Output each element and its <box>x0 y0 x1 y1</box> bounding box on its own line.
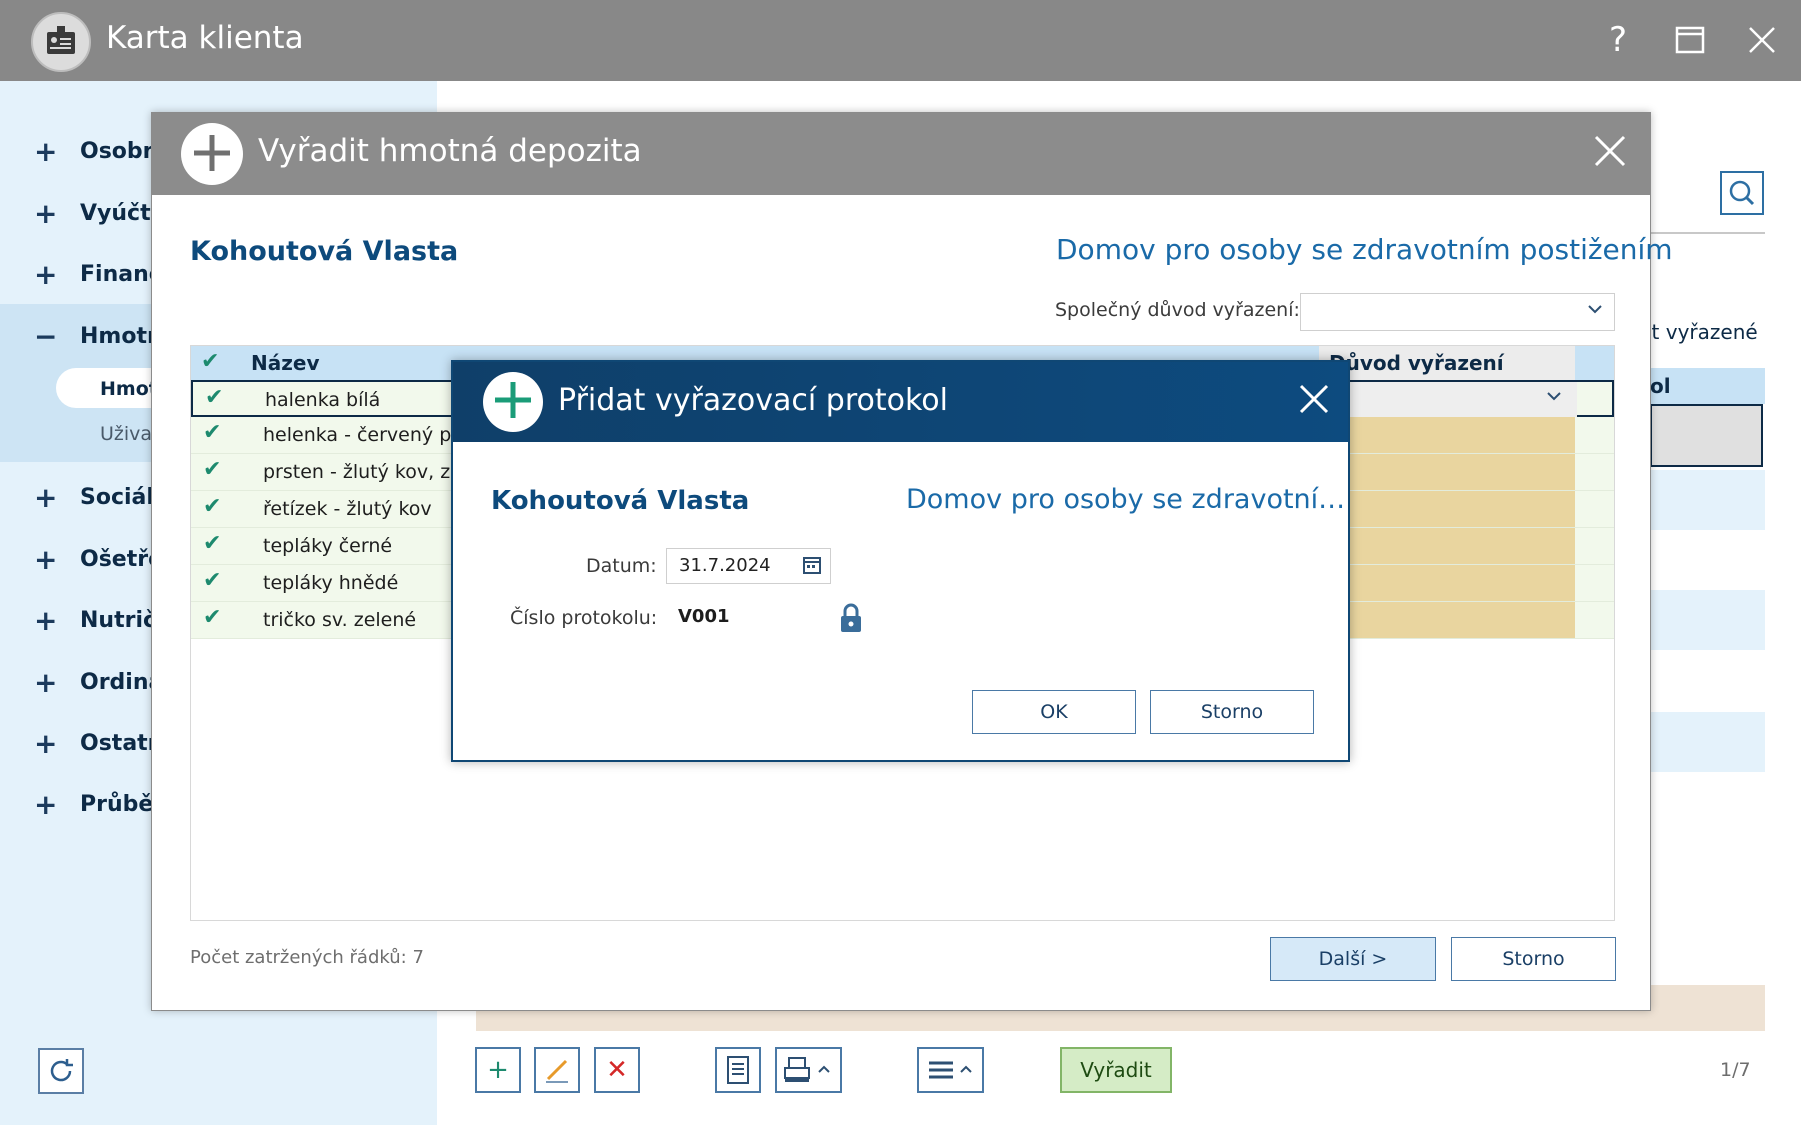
row-name: tepláky černé <box>263 535 393 557</box>
calendar-icon[interactable] <box>802 555 822 575</box>
help-icon[interactable]: ? <box>1596 18 1640 62</box>
pager: 1/7 <box>1720 1059 1751 1081</box>
show-discarded-label[interactable]: it vyřazené <box>1646 320 1758 344</box>
expand-icon: + <box>34 604 58 637</box>
edit-button[interactable] <box>534 1047 580 1093</box>
print-button[interactable] <box>775 1047 842 1093</box>
row-reason-select[interactable] <box>1321 382 1577 418</box>
refresh-button[interactable] <box>38 1048 84 1094</box>
row-reason-cell[interactable] <box>1319 602 1575 638</box>
close-icon[interactable] <box>1297 376 1331 426</box>
maximize-icon[interactable] <box>1668 18 1712 62</box>
date-input[interactable]: 31.7.2024 <box>666 548 831 584</box>
row-reason-cell[interactable] <box>1319 491 1575 527</box>
search-icon <box>1729 180 1755 206</box>
row-name: tričko sv. zelené <box>263 609 417 631</box>
dialog-title: Přidat vyřazovací protokol <box>558 383 948 418</box>
checked-rows-count: Počet zatržených řádků: 7 <box>190 947 424 968</box>
row-name: řetízek - žlutý kov <box>263 498 432 520</box>
expand-icon: + <box>34 666 58 699</box>
search-button[interactable] <box>1720 171 1764 215</box>
chevron-down-icon <box>1545 387 1563 410</box>
client-card-icon <box>31 12 91 72</box>
common-reason-select[interactable] <box>1300 293 1615 331</box>
main-window-title: Karta klienta <box>106 20 304 56</box>
row-checkbox[interactable]: ✔ <box>203 605 221 630</box>
expand-icon: + <box>34 727 58 760</box>
row-name: tepláky hnědé <box>263 572 399 594</box>
row-checkbox[interactable]: ✔ <box>203 531 221 556</box>
expand-icon: + <box>34 543 58 576</box>
row-reason-cell[interactable] <box>1319 528 1575 564</box>
protocol-number-label: Číslo protokolu: <box>510 607 658 629</box>
cancel-button[interactable]: Storno <box>1150 690 1314 734</box>
cancel-button[interactable]: Storno <box>1451 937 1616 981</box>
common-reason-label: Společný důvod vyřazení: <box>1055 299 1300 321</box>
facility-name: Domov pro osoby se zdravotní… <box>906 484 1346 515</box>
delete-button[interactable]: ✕ <box>594 1047 640 1093</box>
row-checkbox[interactable]: ✔ <box>203 457 221 482</box>
row-checkbox[interactable]: ✔ <box>205 385 223 410</box>
discard-button[interactable]: Vyřadit <box>1060 1047 1172 1093</box>
column-header-reason[interactable]: Důvod vyřazení <box>1319 346 1575 380</box>
row-name: prsten - žlutý kov, zel <box>263 461 468 483</box>
ok-button[interactable]: OK <box>972 690 1136 734</box>
bg-table-row[interactable] <box>1650 712 1765 772</box>
client-name: Kohoutová Vlasta <box>190 236 459 267</box>
expand-icon: + <box>34 135 58 168</box>
row-checkbox[interactable]: ✔ <box>203 494 221 519</box>
hamburger-icon <box>928 1061 972 1079</box>
row-reason-cell[interactable] <box>1319 417 1575 453</box>
menu-button[interactable] <box>917 1047 984 1093</box>
document-button[interactable] <box>715 1047 761 1093</box>
chevron-down-icon <box>1586 300 1604 323</box>
plus-icon <box>181 123 243 185</box>
close-icon[interactable] <box>1592 125 1628 179</box>
row-name: helenka - červený pro <box>263 424 471 446</box>
dialog-titlebar: Vyřadit hmotná depozita <box>152 113 1650 195</box>
add-protocol-dialog: Přidat vyřazovací protokol Kohoutová Vla… <box>451 360 1350 762</box>
expand-icon: + <box>34 258 58 291</box>
expand-icon: + <box>34 788 58 821</box>
add-button[interactable]: + <box>475 1047 521 1093</box>
row-reason-cell[interactable] <box>1319 454 1575 490</box>
dialog-titlebar: Přidat vyřazovací protokol <box>453 362 1348 442</box>
expand-icon: + <box>34 197 58 230</box>
close-icon[interactable] <box>1740 18 1784 62</box>
client-name: Kohoutová Vlasta <box>491 486 750 516</box>
dialog-title: Vyřadit hmotná depozita <box>258 133 642 169</box>
row-checkbox[interactable]: ✔ <box>203 420 221 445</box>
bg-table-row[interactable] <box>1650 470 1765 530</box>
column-header-name[interactable]: Název <box>251 351 319 375</box>
expand-icon: + <box>34 481 58 514</box>
protocol-number-value: V001 <box>678 606 730 627</box>
refresh-icon <box>50 1059 73 1082</box>
collapse-icon: − <box>34 320 58 353</box>
printer-icon <box>783 1057 830 1082</box>
bg-table-header-label: ol <box>1650 374 1671 398</box>
document-icon <box>727 1056 749 1084</box>
main-window-titlebar: Karta klienta ? <box>0 0 1801 81</box>
row-name: halenka bílá <box>265 389 381 411</box>
next-button[interactable]: Další > <box>1270 937 1436 981</box>
plus-icon <box>483 372 543 432</box>
row-reason-cell[interactable] <box>1319 565 1575 601</box>
sidebar-subitem-hmotna[interactable]: Hmot <box>100 378 158 400</box>
row-checkbox[interactable]: ✔ <box>203 568 221 593</box>
bg-table-row-selected[interactable] <box>1650 404 1763 467</box>
lock-icon[interactable] <box>838 602 864 634</box>
pencil-icon <box>546 1059 568 1083</box>
select-all-checkbox[interactable]: ✔ <box>201 349 219 374</box>
facility-name: Domov pro osoby se zdravotním postižením <box>1056 233 1673 266</box>
date-label: Datum: <box>586 555 657 577</box>
bg-table-row[interactable] <box>1650 590 1765 650</box>
